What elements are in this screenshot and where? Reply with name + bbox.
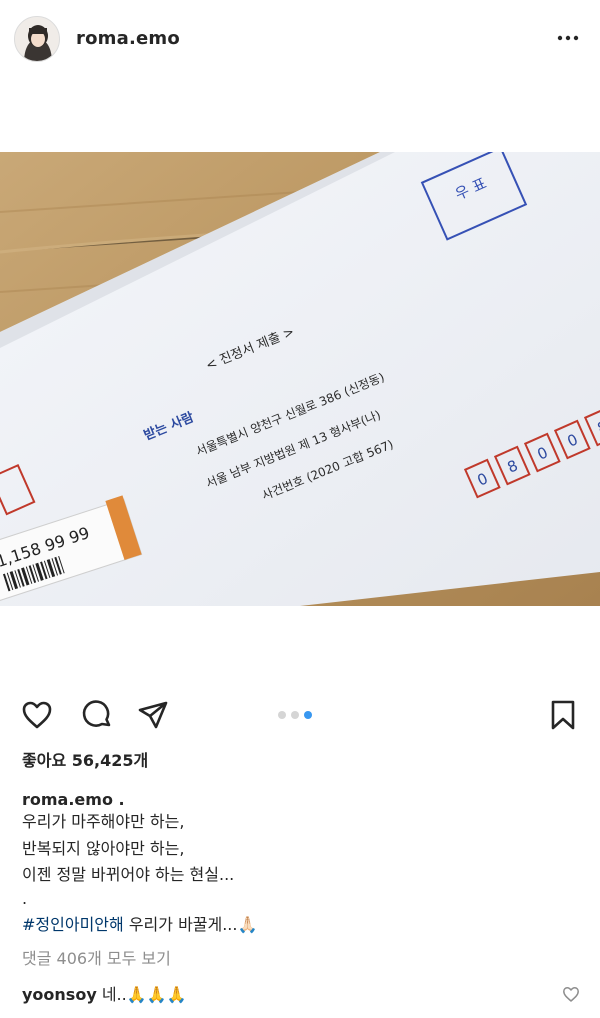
action-bar xyxy=(0,692,600,740)
heart-icon[interactable] xyxy=(20,698,54,732)
caption-line: 반복되지 않아야만 하는, xyxy=(22,839,185,858)
post-header: roma.emo xyxy=(0,0,600,80)
comment-username[interactable]: yoonsoy xyxy=(22,985,97,1004)
caption-line: 우리가 마주해야만 하는, xyxy=(22,812,185,831)
comment-text: 네..🙏🙏🙏 xyxy=(96,985,187,1004)
comment-row: yoonsoy 네..🙏🙏🙏 xyxy=(22,984,187,1006)
post-media[interactable]: 우 표 < 진정서 제출 > 받는 사람 서울특별시 양천구 신월로 386 (… xyxy=(0,80,600,692)
caption-line: . xyxy=(22,889,28,908)
share-icon[interactable] xyxy=(136,698,170,732)
caption-line: 이젠 정말 바뀌어야 하는 현실... xyxy=(22,865,235,884)
caption-tail: 우리가 바꿀게...🙏🏻 xyxy=(123,915,258,934)
caption-hashtag-line: #정인아미안해 우리가 바꿀게...🙏🏻 xyxy=(22,914,257,936)
carousel-dot-active xyxy=(304,711,312,719)
view-all-comments-link[interactable]: 댓글 406개 모두 보기 xyxy=(22,948,171,970)
small-heart-icon[interactable] xyxy=(562,985,580,1003)
more-icon[interactable] xyxy=(556,26,580,50)
carousel-indicator xyxy=(278,711,322,721)
avatar[interactable] xyxy=(14,16,60,62)
caption-username[interactable]: roma.emo . xyxy=(22,789,125,811)
envelope-photo: 우 표 < 진정서 제출 > 받는 사람 서울특별시 양천구 신월로 386 (… xyxy=(0,152,600,606)
post-username[interactable]: roma.emo xyxy=(76,28,180,49)
hashtag-link[interactable]: #정인아미안해 xyxy=(22,915,124,934)
comment-icon[interactable] xyxy=(80,698,114,732)
bookmark-icon[interactable] xyxy=(546,698,580,732)
carousel-dot xyxy=(291,711,299,719)
likes-count[interactable]: 좋아요 56,425개 xyxy=(22,750,148,772)
carousel-dot xyxy=(278,711,286,719)
